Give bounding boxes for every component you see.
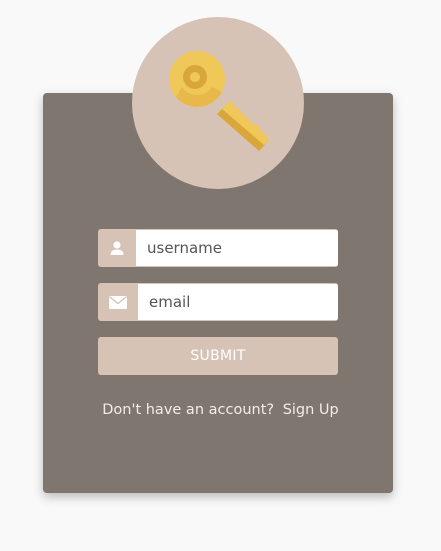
logo-avatar [132,17,304,189]
username-field [98,229,338,267]
envelope-icon [109,295,127,309]
email-input[interactable] [138,283,338,321]
signup-row: Don't have an account? Sign Up [0,402,441,418]
key-icon [169,51,269,151]
login-page: SUBMIT Don't have an account? Sign Up [0,0,441,551]
signup-prompt: Don't have an account? [102,402,275,418]
username-input[interactable] [136,229,338,267]
signup-link[interactable]: Sign Up [283,402,339,418]
email-icon-box [98,283,138,321]
user-icon [110,241,124,255]
submit-button[interactable]: SUBMIT [98,337,338,375]
email-field [98,283,338,321]
username-icon-box [98,229,136,267]
